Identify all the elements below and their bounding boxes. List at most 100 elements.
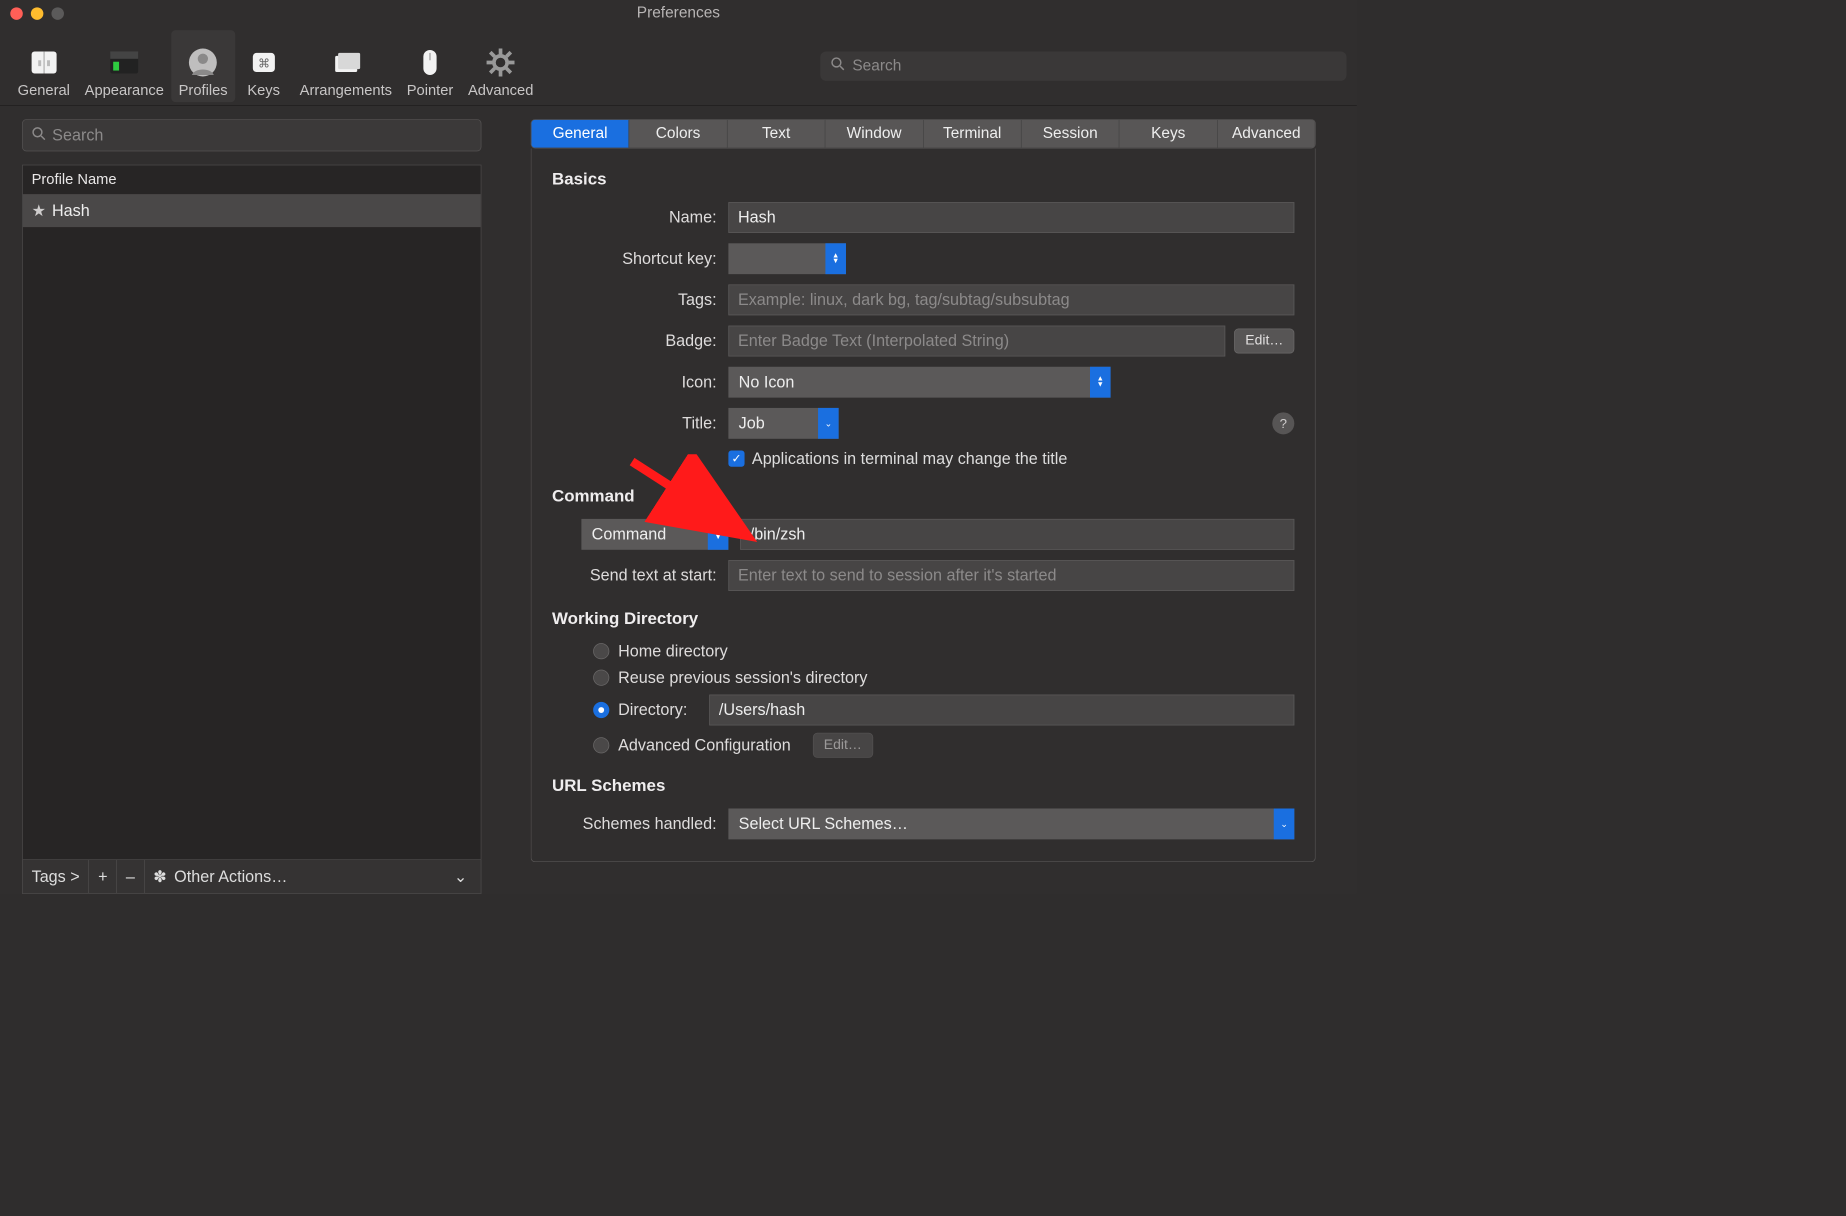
- badge-field[interactable]: [728, 326, 1225, 357]
- command-mode-select[interactable]: Command ▲▼: [581, 519, 728, 550]
- chevron-down-icon: ⌄: [454, 867, 468, 886]
- preferences-toolbar: General Appearance Profiles ⌘ Keys Arran…: [0, 26, 1357, 105]
- search-icon: [32, 126, 47, 144]
- toolbar-general[interactable]: General: [10, 30, 77, 102]
- title-value: Job: [739, 414, 765, 433]
- profile-list: Profile Name ★ Hash: [22, 165, 481, 860]
- radio-off-icon[interactable]: [593, 737, 609, 753]
- radio-on-icon[interactable]: [593, 702, 609, 718]
- profile-row[interactable]: ★ Hash: [23, 195, 481, 227]
- shortcut-label: Shortcut key:: [552, 249, 728, 268]
- chevron-down-icon: ⌄: [1274, 809, 1295, 840]
- wd-reuse-label: Reuse previous session's directory: [618, 668, 867, 687]
- title-select[interactable]: Job ⌄: [728, 408, 838, 439]
- radio-off-icon[interactable]: [593, 670, 609, 686]
- wd-home-label: Home directory: [618, 642, 728, 661]
- toolbar-label: Profiles: [179, 82, 228, 99]
- icon-value: No Icon: [739, 373, 795, 392]
- window-title: Preferences: [637, 4, 720, 22]
- toolbar-advanced[interactable]: Advanced: [461, 30, 541, 102]
- wd-home-option[interactable]: Home directory: [593, 642, 1294, 661]
- wd-advanced-option[interactable]: Advanced Configuration Edit…: [593, 733, 1294, 758]
- profile-list-footer: Tags > + – ✽ Other Actions… ⌄: [22, 860, 481, 894]
- toolbar-search[interactable]: [820, 51, 1346, 80]
- svg-text:⌘: ⌘: [258, 57, 270, 70]
- toolbar-keys[interactable]: ⌘ Keys: [235, 30, 292, 102]
- badge-edit-button[interactable]: Edit…: [1234, 329, 1294, 354]
- keys-icon: ⌘: [248, 47, 279, 78]
- tags-field[interactable]: [728, 284, 1294, 315]
- toolbar-profiles[interactable]: Profiles: [171, 30, 235, 102]
- section-command: Command: [552, 486, 1294, 506]
- apps-change-title-label: Applications in terminal may change the …: [752, 449, 1067, 468]
- command-mode-value: Command: [592, 525, 667, 544]
- profile-search[interactable]: [22, 119, 481, 151]
- wd-directory-field[interactable]: [709, 695, 1294, 726]
- url-schemes-select[interactable]: Select URL Schemes… ⌄: [728, 809, 1294, 840]
- pointer-icon: [415, 47, 446, 78]
- tab-colors[interactable]: Colors: [629, 120, 727, 148]
- toolbar-pointer[interactable]: Pointer: [399, 30, 460, 102]
- shortcut-selector[interactable]: ▲▼: [728, 243, 846, 274]
- section-basics: Basics: [552, 169, 1294, 189]
- send-text-label: Send text at start:: [552, 566, 728, 585]
- toolbar-label: Advanced: [468, 82, 533, 99]
- send-text-field[interactable]: [728, 560, 1294, 591]
- zoom-window-button[interactable]: [51, 7, 63, 19]
- toolbar-arrangements[interactable]: Arrangements: [292, 30, 399, 102]
- url-schemes-value: Select URL Schemes…: [739, 814, 908, 833]
- wd-advanced-edit-button[interactable]: Edit…: [813, 733, 873, 758]
- toolbar-label: Appearance: [85, 82, 164, 99]
- tags-filter-button[interactable]: Tags >: [23, 860, 89, 893]
- toolbar-search-input[interactable]: [852, 57, 1336, 75]
- name-field[interactable]: [728, 202, 1294, 233]
- wd-directory-option[interactable]: Directory:: [593, 695, 1294, 726]
- wd-advanced-label: Advanced Configuration: [618, 736, 791, 755]
- command-field[interactable]: [740, 519, 1294, 550]
- profile-list-header: Profile Name: [23, 165, 481, 194]
- tab-terminal[interactable]: Terminal: [924, 120, 1022, 148]
- icon-select[interactable]: No Icon ▲▼: [728, 367, 1110, 398]
- radio-off-icon[interactable]: [593, 643, 609, 659]
- gear-icon: [485, 47, 516, 78]
- name-label: Name:: [552, 208, 728, 227]
- close-window-button[interactable]: [10, 7, 22, 19]
- toolbar-label: General: [18, 82, 70, 99]
- tab-text[interactable]: Text: [727, 120, 825, 148]
- arrangements-icon: [330, 47, 361, 78]
- title-label: Title:: [552, 414, 728, 433]
- tab-keys[interactable]: Keys: [1120, 120, 1218, 148]
- stepper-arrows-icon: ▲▼: [825, 243, 846, 274]
- toolbar-label: Pointer: [407, 82, 454, 99]
- wd-directory-label: Directory:: [618, 700, 687, 719]
- title-help-button[interactable]: ?: [1272, 412, 1294, 434]
- general-icon: [28, 47, 59, 78]
- stepper-arrows-icon: ▲▼: [708, 519, 729, 550]
- apps-change-title-row[interactable]: ✓ Applications in terminal may change th…: [728, 449, 1294, 468]
- tab-session[interactable]: Session: [1022, 120, 1120, 148]
- other-actions-label: Other Actions…: [174, 867, 287, 886]
- other-actions-menu[interactable]: ✽ Other Actions… ⌄: [144, 860, 480, 893]
- schemes-label: Schemes handled:: [552, 814, 728, 833]
- tab-advanced[interactable]: Advanced: [1218, 120, 1315, 148]
- tab-general[interactable]: General: [531, 120, 629, 148]
- add-profile-button[interactable]: +: [89, 860, 117, 893]
- wd-reuse-option[interactable]: Reuse previous session's directory: [593, 668, 1294, 687]
- remove-profile-button[interactable]: –: [117, 860, 144, 893]
- profile-tabs: General Colors Text Window Terminal Sess…: [531, 119, 1316, 148]
- search-icon: [830, 57, 845, 75]
- profiles-icon: [188, 47, 219, 78]
- profile-search-input[interactable]: [52, 126, 472, 145]
- appearance-icon: [109, 47, 140, 78]
- icon-label: Icon:: [552, 373, 728, 392]
- general-panel: Basics Name: Shortcut key: ▲▼ Tags: [531, 148, 1316, 862]
- minimize-window-button[interactable]: [31, 7, 43, 19]
- section-url-schemes: URL Schemes: [552, 775, 1294, 795]
- checkbox-checked-icon[interactable]: ✓: [728, 451, 744, 467]
- section-working-directory: Working Directory: [552, 609, 1294, 629]
- stepper-arrows-icon: ▲▼: [1090, 367, 1111, 398]
- badge-label: Badge:: [552, 331, 728, 350]
- toolbar-appearance[interactable]: Appearance: [77, 30, 171, 102]
- tab-window[interactable]: Window: [825, 120, 923, 148]
- gear-icon: ✽: [153, 867, 167, 886]
